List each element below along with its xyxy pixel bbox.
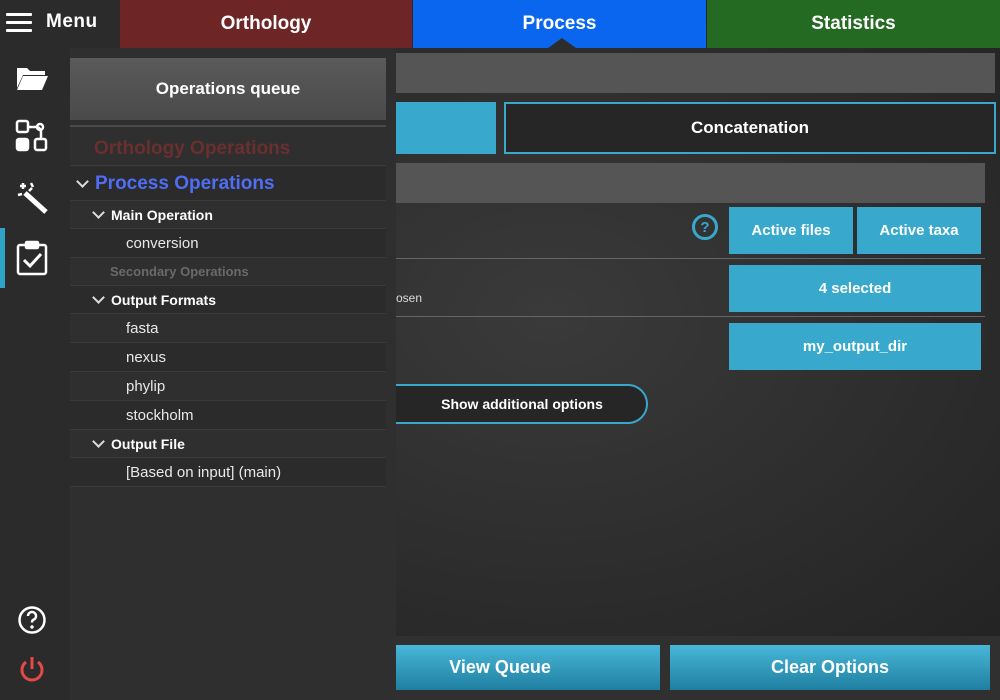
main-operation-bar — [396, 53, 995, 93]
chevron-down-icon[interactable] — [92, 290, 105, 304]
tree-output-file[interactable]: Output File — [70, 430, 386, 458]
tree-output-formats[interactable]: Output Formats — [70, 286, 386, 314]
process-graph-icon[interactable] — [0, 108, 64, 164]
tab-orthology[interactable]: Orthology — [120, 0, 412, 48]
tree-item-format[interactable]: phylip — [70, 372, 386, 401]
clipboard-check-icon[interactable] — [0, 230, 64, 286]
tree-item-format[interactable]: stockholm — [70, 401, 386, 430]
tree-secondary-operations[interactable]: Secondary Operations — [70, 258, 386, 286]
magic-wand-icon[interactable] — [0, 170, 64, 226]
queue-header: Operations queue — [70, 58, 386, 120]
hamburger-menu-icon[interactable] — [6, 13, 32, 33]
help-icon[interactable]: ? — [692, 214, 718, 240]
tree-label: Output Formats — [111, 291, 216, 308]
tab-statistics[interactable]: Statistics — [707, 0, 1000, 48]
tree-main-operation[interactable]: Main Operation — [70, 201, 386, 229]
chevron-down-icon[interactable] — [76, 174, 89, 188]
selected-files-button[interactable]: 4 selected — [729, 265, 981, 312]
tree-item-conversion[interactable]: conversion — [70, 229, 386, 258]
concatenation-button[interactable]: Concatenation — [504, 102, 996, 154]
help-icon[interactable] — [0, 592, 64, 648]
tree-label: [Based on input] (main) — [126, 463, 282, 481]
tree-item-format[interactable]: nexus — [70, 343, 386, 372]
output-dir-button[interactable]: my_output_dir — [729, 323, 981, 370]
tree-label: Process Operations — [95, 172, 275, 194]
view-queue-label: View Queue — [449, 657, 551, 677]
folder-open-icon[interactable] — [0, 50, 64, 106]
chevron-down-icon[interactable] — [92, 434, 105, 448]
tree-label: conversion — [126, 234, 199, 252]
tree-process-operations[interactable]: Process Operations — [70, 167, 386, 201]
queue-divider — [70, 125, 386, 127]
active-tab-pointer — [548, 38, 576, 48]
tree-orthology-operations[interactable]: Orthology Operations — [70, 132, 386, 166]
tree-label: Secondary Operations — [110, 264, 249, 279]
active-files-button[interactable]: Active files — [729, 207, 853, 254]
tree-label: Output File — [111, 435, 185, 452]
tree-label: fasta — [126, 319, 159, 337]
active-taxa-button[interactable]: Active taxa — [857, 207, 981, 254]
tree-item-output-file[interactable]: [Based on input] (main) — [70, 458, 386, 487]
power-icon[interactable] — [0, 642, 64, 698]
tree-label: phylip — [126, 377, 166, 395]
menu-label[interactable]: Menu — [46, 11, 98, 33]
file-chosen-text: osen — [396, 291, 423, 305]
tree-label: nexus — [126, 348, 167, 366]
tree-item-format[interactable]: fasta — [70, 314, 386, 343]
show-additional-options-button[interactable]: Show additional options — [376, 384, 648, 424]
chevron-down-icon[interactable] — [92, 205, 105, 219]
clear-options-button[interactable]: Clear Options — [670, 645, 990, 690]
conversion-mode-button[interactable] — [396, 102, 496, 154]
row-divider — [396, 316, 985, 317]
tree-label: stockholm — [126, 406, 194, 424]
row-divider — [396, 258, 985, 259]
section-header-bar — [396, 163, 985, 203]
tree-label: Orthology Operations — [94, 137, 291, 159]
tree-label: Main Operation — [111, 206, 213, 223]
